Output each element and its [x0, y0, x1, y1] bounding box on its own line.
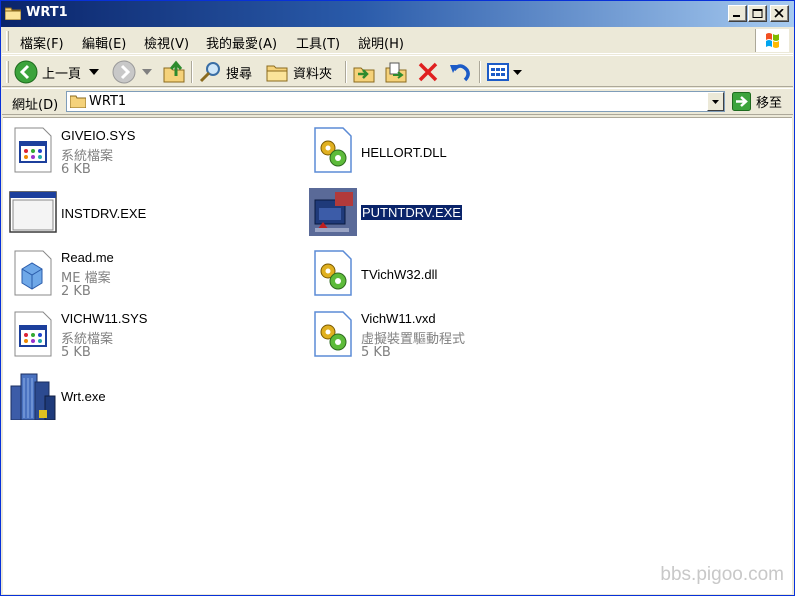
menu-file[interactable]: 檔案(F)	[18, 33, 66, 52]
menu-grip[interactable]	[6, 31, 9, 51]
address-label: 網址(D)	[12, 98, 59, 113]
file-size: 2 KB	[61, 284, 91, 299]
back-label: 上一頁	[42, 66, 82, 82]
address-dropdown-button[interactable]	[707, 92, 724, 111]
explorer-window: WRT1 檔案(F) 編輯(E) 檢視(V) 我的最愛(A) 工具(T) 說明(…	[0, 0, 795, 596]
dll-gear-icon	[314, 311, 352, 357]
title-bar[interactable]: WRT1	[1, 1, 794, 27]
copy-to-button[interactable]	[384, 59, 408, 85]
search-icon	[199, 62, 220, 83]
file-name: VICHW11.SYS	[61, 311, 148, 326]
file-name: TVichW32.dll	[361, 267, 438, 282]
folder-icon	[4, 6, 22, 21]
forward-button[interactable]	[112, 59, 152, 85]
window-title: WRT1	[26, 5, 68, 20]
file-item[interactable]: Wrt.exe	[9, 372, 249, 422]
back-arrow-icon	[14, 60, 38, 84]
folders-label: 資料夾	[293, 66, 333, 82]
move-to-folder-icon	[353, 67, 375, 83]
system-file-icon	[14, 311, 52, 357]
go-label: 移至	[756, 96, 783, 111]
menu-favorites[interactable]: 我的最愛(A)	[204, 33, 279, 52]
file-name: Wrt.exe	[61, 389, 106, 404]
file-item[interactable]: Read.me ME 檔案 2 KB	[9, 249, 249, 305]
go-button[interactable]: 移至	[732, 92, 782, 111]
standard-toolbar: 上一頁 搜尋 資料夾	[2, 55, 793, 87]
chevron-down-icon[interactable]	[89, 69, 100, 75]
toolbar-separator	[479, 61, 481, 83]
minimize-icon	[733, 15, 740, 17]
file-name: Read.me	[61, 250, 114, 265]
views-button[interactable]	[486, 59, 522, 85]
maximize-icon	[752, 9, 763, 18]
search-label: 搜尋	[226, 66, 253, 82]
views-icon	[487, 63, 509, 81]
file-name: INSTDRV.EXE	[61, 206, 147, 221]
menu-bar: 檔案(F) 編輯(E) 檢視(V) 我的最愛(A) 工具(T) 說明(H)	[2, 28, 793, 54]
toolbar-separator	[345, 61, 347, 83]
menu-view[interactable]: 檢視(V)	[142, 33, 191, 52]
menu-tools[interactable]: 工具(T)	[294, 33, 342, 52]
chevron-down-icon	[513, 69, 522, 75]
forward-arrow-icon	[112, 60, 136, 84]
building-exe-icon	[10, 373, 56, 420]
search-button[interactable]: 搜尋	[198, 59, 252, 85]
address-value: WRT1	[89, 94, 127, 109]
folders-icon	[266, 65, 288, 82]
file-size: 5 KB	[361, 345, 391, 360]
generic-file-icon	[14, 250, 52, 296]
address-input[interactable]: WRT1	[66, 91, 725, 112]
file-name: VichW11.vxd	[361, 311, 436, 326]
go-arrow-icon	[732, 92, 751, 111]
system-file-icon	[14, 127, 52, 173]
undo-icon	[450, 64, 470, 82]
dll-gear-icon	[314, 250, 352, 296]
back-button[interactable]: 上一頁	[14, 59, 100, 85]
toolbar-separator	[191, 61, 193, 83]
delete-button[interactable]	[416, 59, 440, 85]
file-name: GIVEIO.SYS	[61, 128, 136, 143]
file-size: 5 KB	[61, 345, 91, 360]
folders-button[interactable]: 資料夾	[265, 59, 332, 85]
file-item[interactable]: VichW11.vxd 虛擬裝置驅動程式 5 KB	[309, 310, 549, 366]
menu-edit[interactable]: 編輯(E)	[80, 33, 128, 52]
file-list-pane[interactable]: GIVEIO.SYS 系統檔案 6 KB HELLORT.DLL INSTDRV…	[3, 117, 792, 594]
file-item[interactable]: VICHW11.SYS 系統檔案 5 KB	[9, 310, 249, 366]
up-folder-button[interactable]	[162, 59, 186, 85]
maximize-button[interactable]	[748, 5, 767, 22]
up-folder-icon	[163, 60, 185, 83]
dll-gear-icon	[314, 127, 352, 173]
move-to-button[interactable]	[352, 59, 376, 85]
file-name-selected: PUTNTDRV.EXE	[360, 204, 463, 221]
close-icon	[774, 9, 784, 18]
chevron-down-icon[interactable]	[142, 69, 152, 75]
file-item[interactable]: PUTNTDRV.EXE	[309, 188, 549, 238]
toolbar-grip[interactable]	[6, 61, 9, 83]
address-bar: 網址(D) WRT1 移至	[2, 88, 793, 115]
folder-icon	[70, 95, 86, 108]
file-item[interactable]: INSTDRV.EXE	[9, 188, 249, 238]
copy-to-folder-icon	[385, 62, 407, 83]
minimize-button[interactable]	[728, 5, 747, 22]
menu-help[interactable]: 說明(H)	[356, 33, 406, 52]
chevron-down-icon	[712, 100, 719, 104]
file-name: HELLORT.DLL	[361, 145, 447, 160]
close-button[interactable]	[770, 5, 789, 22]
undo-button[interactable]	[448, 59, 472, 85]
file-item[interactable]: TVichW32.dll	[309, 249, 549, 305]
file-item[interactable]: HELLORT.DLL	[309, 126, 549, 182]
windows-logo-icon	[755, 29, 789, 52]
watermark-text: bbs.pigoo.com	[660, 564, 784, 585]
file-size: 6 KB	[61, 162, 91, 177]
file-item[interactable]: GIVEIO.SYS 系統檔案 6 KB	[9, 126, 249, 182]
delete-x-icon	[418, 62, 438, 82]
app-exe-icon	[309, 188, 357, 236]
window-exe-icon	[9, 191, 57, 233]
